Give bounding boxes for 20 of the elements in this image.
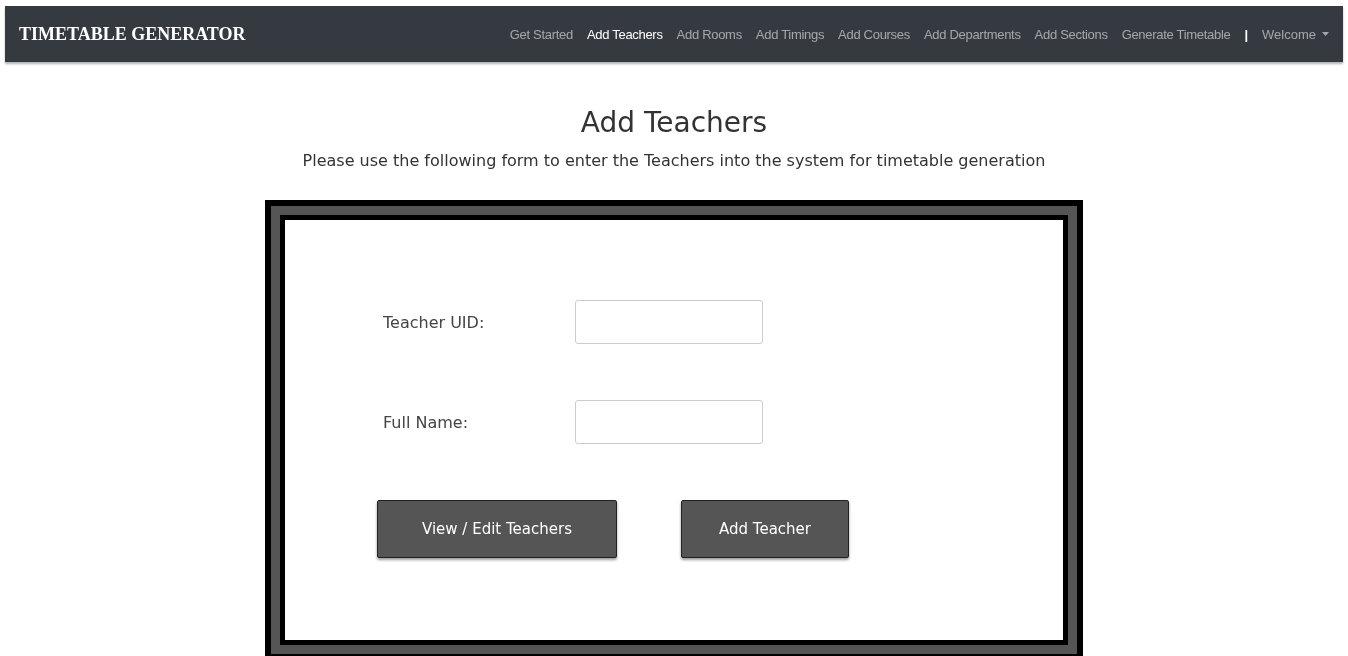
add-teacher-button[interactable]: Add Teacher [681,500,849,558]
caret-icon [1322,32,1329,36]
input-field[interactable] [575,300,763,344]
nav-link[interactable]: Generate Timetable [1121,26,1231,42]
welcome-dropdown[interactable]: Welcome [1262,26,1329,42]
input-field[interactable] [575,400,763,444]
field-label: Teacher UID: [383,312,486,332]
nav-link[interactable]: Get Started [509,26,573,42]
nav-link[interactable]: Add Sections [1034,26,1108,42]
nav-link[interactable]: Add Rooms [676,26,742,42]
nav-link[interactable]: Add Timings [755,26,825,42]
view-edit-button[interactable]: View / Edit Teachers [377,500,617,558]
page-subtitle: Please use the following form to enter the Teachers into the system for timetable generation [301,151,1047,170]
nav-link[interactable]: Add Courses [838,26,910,42]
page-heading: Add Teachers [579,106,769,139]
field-label: Full Name: [383,412,470,432]
nav-link[interactable]: Add Departments [923,26,1021,42]
brand-title: TIMETABLE GENERATOR [19,23,246,45]
separator: | [1244,26,1249,42]
nav-link[interactable]: Add Teachers [586,26,663,42]
